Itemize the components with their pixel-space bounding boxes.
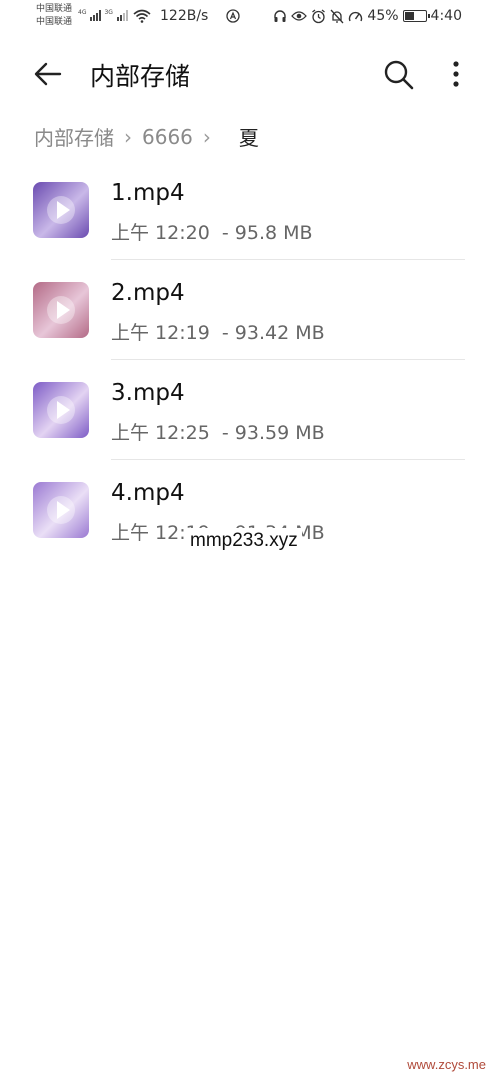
network-type-2: 3G [104,9,113,16]
battery-icon [402,10,430,22]
video-thumbnail [33,482,89,538]
battery-percent: 45% [367,8,399,24]
wifi-icon [133,9,151,23]
status-right-group: 45% 4:40 [273,8,462,24]
file-row[interactable]: 1.mp4 上午 12:20 - 95.8 MB [0,160,498,260]
play-icon [47,396,75,424]
carrier-1: 中国联通 [36,4,73,14]
breadcrumb-current: 夏 [238,126,259,150]
eye-icon [291,11,308,21]
network-speed: 122B/s [160,8,209,24]
nfc-icon [226,9,240,23]
search-icon[interactable] [380,56,416,92]
file-name: 2.mp4 [111,280,185,306]
video-thumbnail [33,382,89,438]
page-title: 内部存储 [90,62,191,91]
play-icon [47,196,75,224]
app-bar: 内部存储 [0,46,498,100]
breadcrumb-root[interactable]: 内部存储 [34,122,114,151]
watermark-center: mmp233.xyz [186,528,302,554]
network-type-1: 4G [78,9,87,16]
headset-icon [274,10,287,22]
file-name: 4.mp4 [111,480,185,506]
play-icon [47,296,75,324]
carrier-2: 中国联通 [36,17,73,27]
signal-icon: 4G 3G [78,9,128,21]
watermark-corner: www.zcys.me [407,1057,486,1072]
file-meta: 上午 12:19 - 93.42 MB [111,322,325,344]
video-thumbnail [33,282,89,338]
clock: 4:40 [430,8,462,24]
file-name: 3.mp4 [111,380,185,406]
mute-icon [330,9,344,23]
file-meta: 上午 12:20 - 95.8 MB [111,222,313,244]
breadcrumb: 内部存储 › 6666 › 夏 [34,122,259,151]
breadcrumb-folder[interactable]: 6666 [142,125,193,149]
alarm-icon [312,8,326,23]
carrier-labels: 中国联通 中国联通 [36,3,72,29]
play-icon [47,496,75,524]
back-arrow-icon[interactable] [30,56,66,92]
video-thumbnail [33,182,89,238]
file-row[interactable]: 2.mp4 上午 12:19 - 93.42 MB [0,260,498,360]
file-row[interactable]: 3.mp4 上午 12:25 - 93.59 MB [0,360,498,460]
speed-icon [349,11,363,22]
file-list: 1.mp4 上午 12:20 - 95.8 MB 2.mp4 上午 12:19 … [0,160,498,560]
status-bar: 中国联通 中国联通 4G 3G 122B/s 45% 4:40 [0,0,498,36]
file-meta: 上午 12:25 - 93.59 MB [111,422,325,444]
chevron-right-icon: › [124,124,132,149]
file-name: 1.mp4 [111,180,185,206]
chevron-right-icon: › [202,124,211,149]
file-browser-screen: 中国联通 中国联通 4G 3G 122B/s 45% 4:40 内部存储 内部存… [0,0,498,1080]
more-vertical-icon[interactable] [440,56,472,92]
